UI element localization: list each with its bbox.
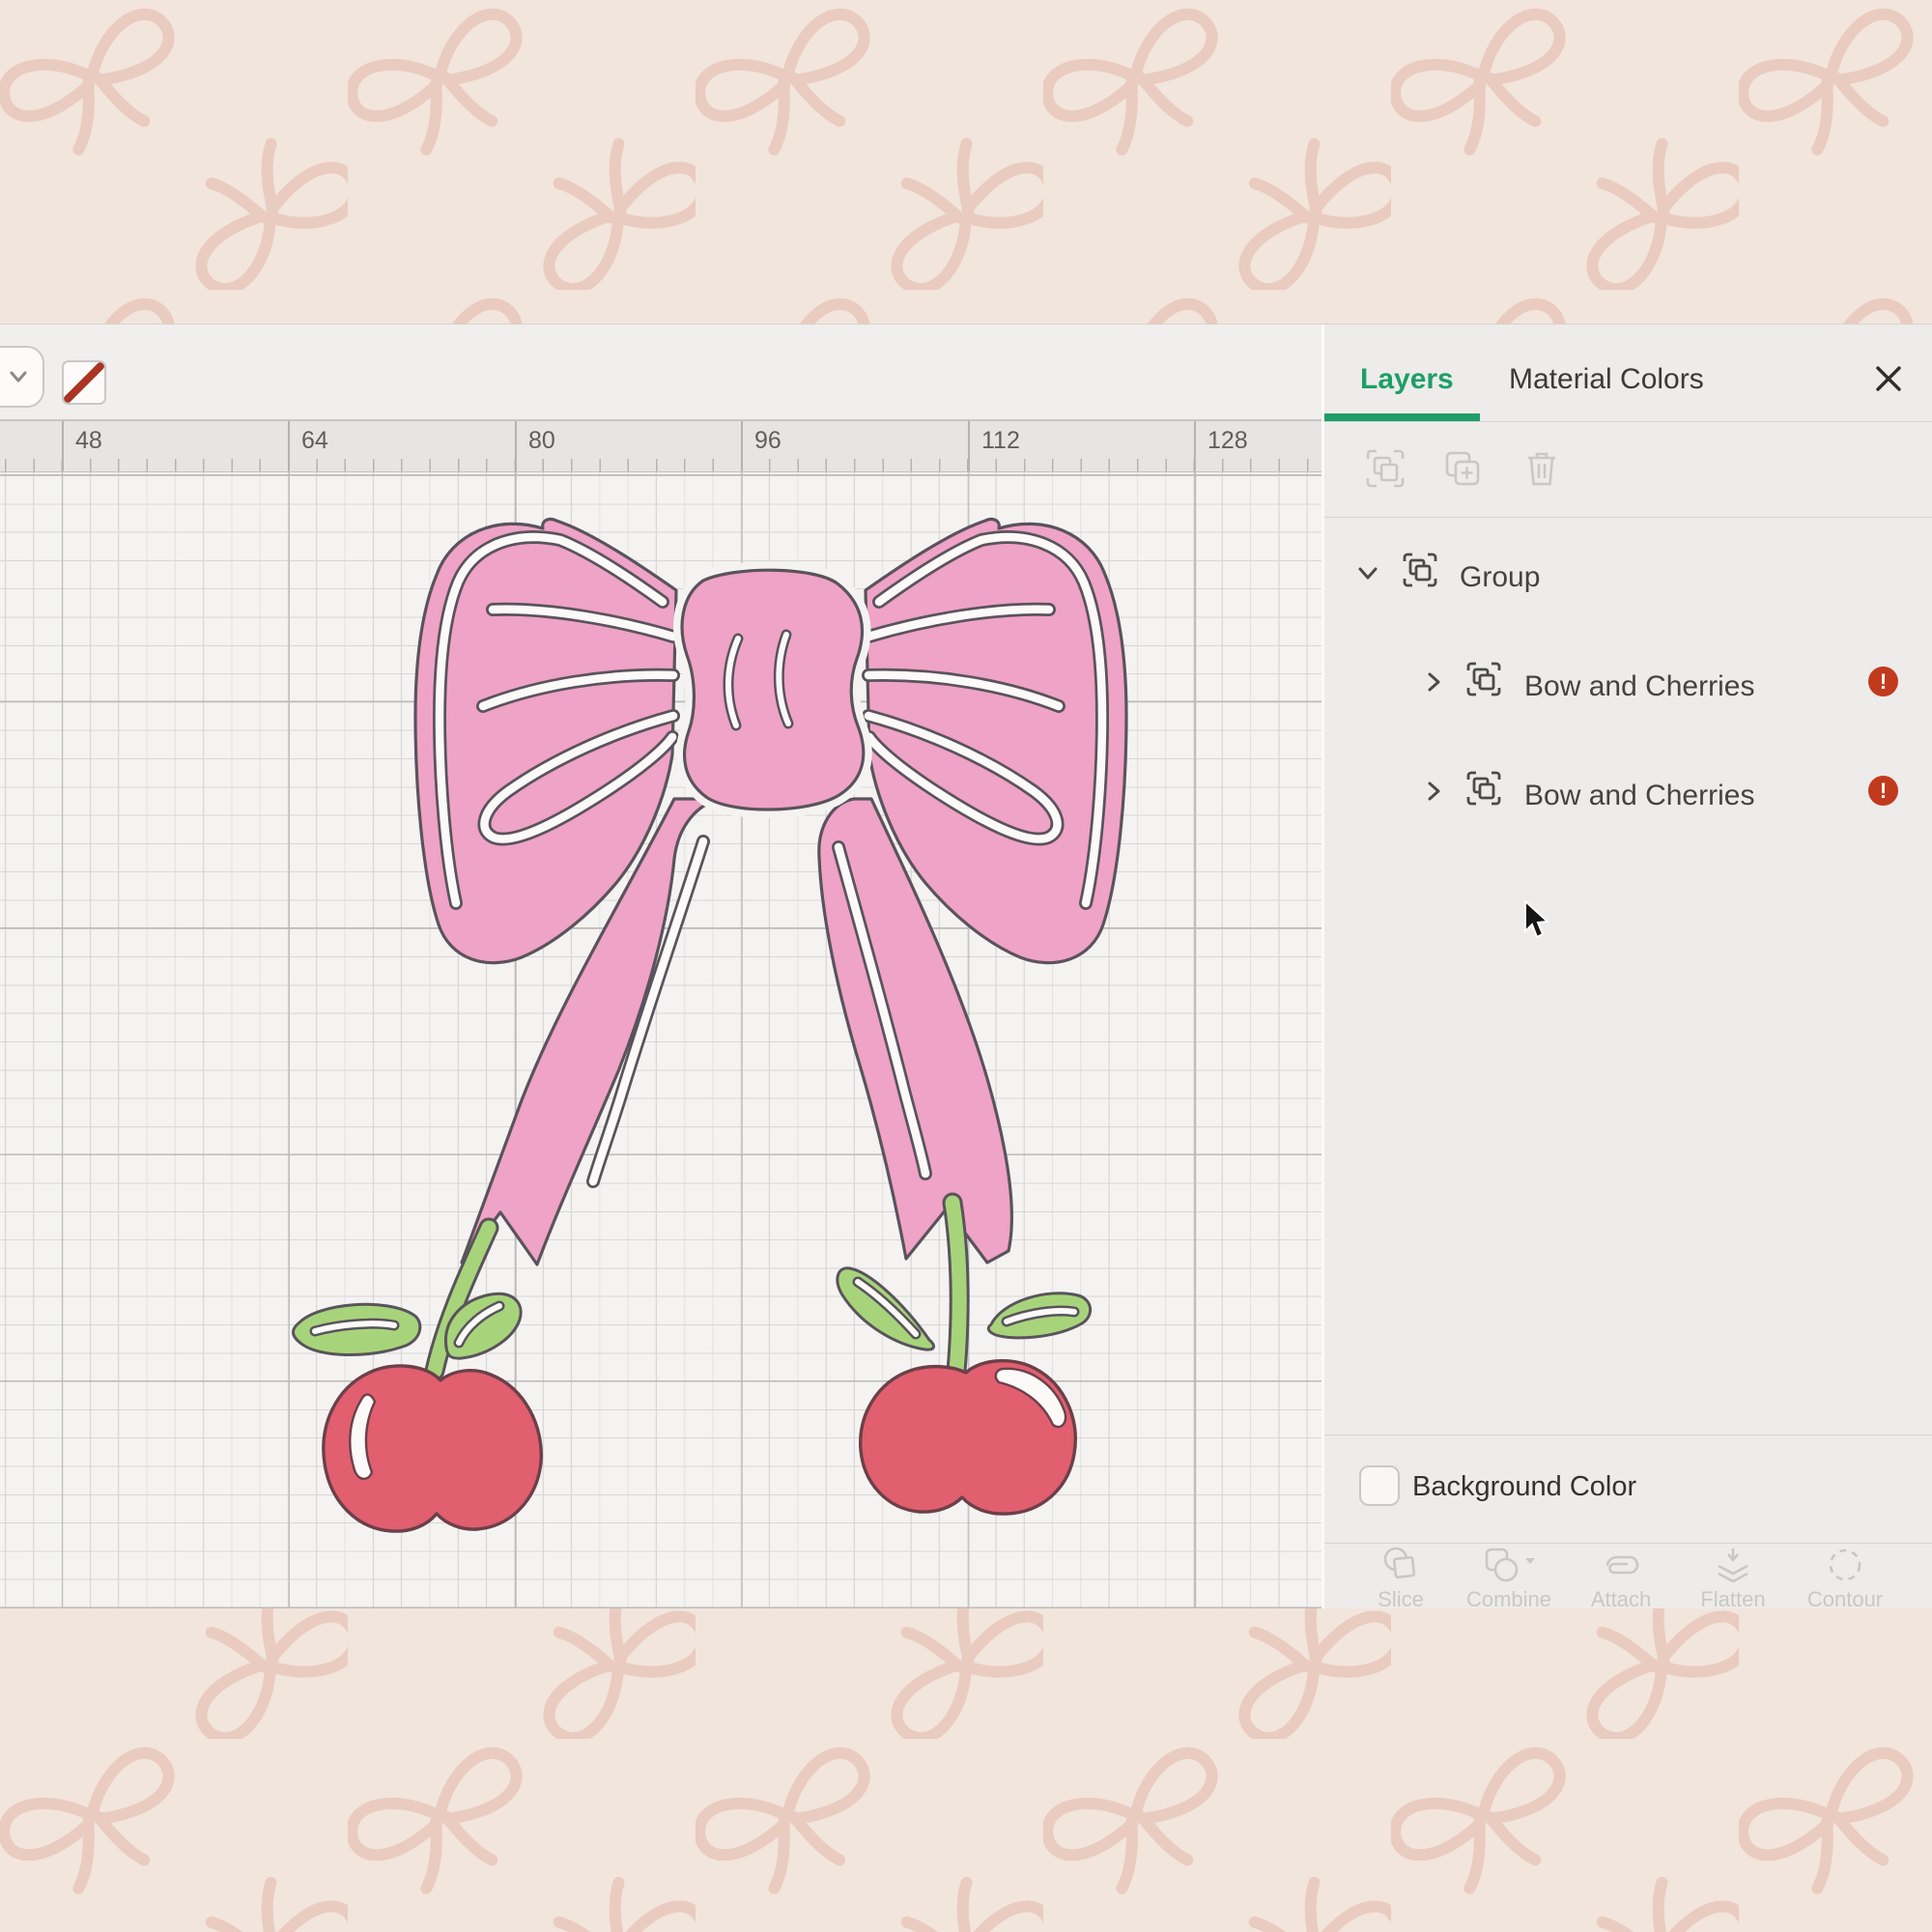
warning-icon[interactable]: !	[1868, 776, 1898, 806]
ruler-section-line	[741, 421, 743, 471]
right-cherry-group	[838, 1203, 1091, 1514]
bow-knot	[682, 570, 864, 810]
combine-button[interactable]: Combine	[1456, 1543, 1562, 1608]
close-icon	[1872, 362, 1905, 395]
left-cherry-group	[293, 1228, 541, 1531]
active-tab-underline	[1324, 413, 1480, 421]
contour-button[interactable]: Contour	[1792, 1543, 1898, 1608]
bow-and-cherries-artwork[interactable]	[0, 472, 1321, 1608]
ruler-label: 64	[301, 427, 328, 455]
layer-row-bow-and-cherries-2[interactable]: Bow and Cherries !	[1324, 762, 1932, 834]
delete-icon[interactable]	[1520, 446, 1564, 491]
chevron-right-icon[interactable]	[1421, 669, 1446, 695]
linetype-dropdown-button[interactable]	[0, 346, 44, 408]
tab-material-colors[interactable]: Material Colors	[1509, 363, 1704, 396]
contour-icon	[1823, 1545, 1867, 1585]
combine-icon	[1481, 1545, 1537, 1585]
layers-panel: Layers Material Colors	[1324, 325, 1932, 1608]
flatten-icon	[1711, 1545, 1755, 1585]
layer-label: Group	[1460, 561, 1540, 594]
ruler-label: 48	[75, 427, 102, 455]
ruler-label: 112	[981, 427, 1020, 455]
no-color-slash-icon	[64, 362, 104, 403]
group-icon	[1400, 550, 1440, 590]
warning-icon[interactable]: !	[1868, 667, 1898, 696]
panel-divider	[1324, 517, 1932, 518]
chevron-down-icon	[4, 362, 33, 391]
group-icon	[1463, 768, 1504, 809]
ruler-minor-ticks	[0, 459, 1321, 471]
ruler-label: 80	[528, 427, 555, 455]
design-app-window: 48 64 80 96 112 128	[0, 324, 1932, 1607]
ruler-label: 128	[1208, 427, 1248, 455]
dropdown-arrow-icon	[1525, 1558, 1535, 1564]
layer-label: Bow and Cherries	[1524, 780, 1754, 812]
design-canvas[interactable]	[0, 472, 1321, 1608]
ruler-section-line	[62, 421, 64, 471]
tab-layers[interactable]: Layers	[1360, 363, 1454, 396]
background-color-label: Background Color	[1412, 1471, 1636, 1503]
ruler-label: 96	[754, 427, 781, 455]
ruler-section-line	[515, 421, 517, 471]
background-color-checkbox[interactable]	[1359, 1465, 1400, 1506]
slice-icon	[1379, 1545, 1422, 1585]
flatten-button[interactable]: Flatten	[1680, 1543, 1786, 1608]
chevron-right-icon[interactable]	[1421, 779, 1446, 804]
ruler-section-line	[1194, 421, 1196, 471]
background-color-row: Background Color	[1324, 1435, 1932, 1543]
slice-button[interactable]: Slice	[1348, 1543, 1454, 1608]
ruler-section-line	[968, 421, 970, 471]
chevron-down-icon[interactable]	[1355, 560, 1380, 585]
layer-label: Bow and Cherries	[1524, 670, 1754, 703]
mouse-cursor	[1522, 900, 1555, 941]
select-group-icon[interactable]	[1363, 446, 1407, 491]
close-panel-button[interactable]	[1865, 355, 1912, 402]
horizontal-ruler: 48 64 80 96 112 128	[0, 419, 1321, 472]
no-color-swatch-button[interactable]	[62, 360, 106, 405]
panel-divider	[1324, 421, 1932, 422]
layer-row-bow-and-cherries-1[interactable]: Bow and Cherries !	[1324, 653, 1932, 724]
duplicate-icon[interactable]	[1440, 446, 1485, 491]
ruler-section-line	[288, 421, 290, 471]
bottom-toolbar: Slice Combine Attach	[1324, 1543, 1932, 1608]
layer-row-group[interactable]: Group	[1324, 544, 1932, 615]
attach-button[interactable]: Attach	[1568, 1543, 1674, 1608]
group-icon	[1463, 659, 1504, 699]
attach-icon	[1598, 1545, 1644, 1585]
